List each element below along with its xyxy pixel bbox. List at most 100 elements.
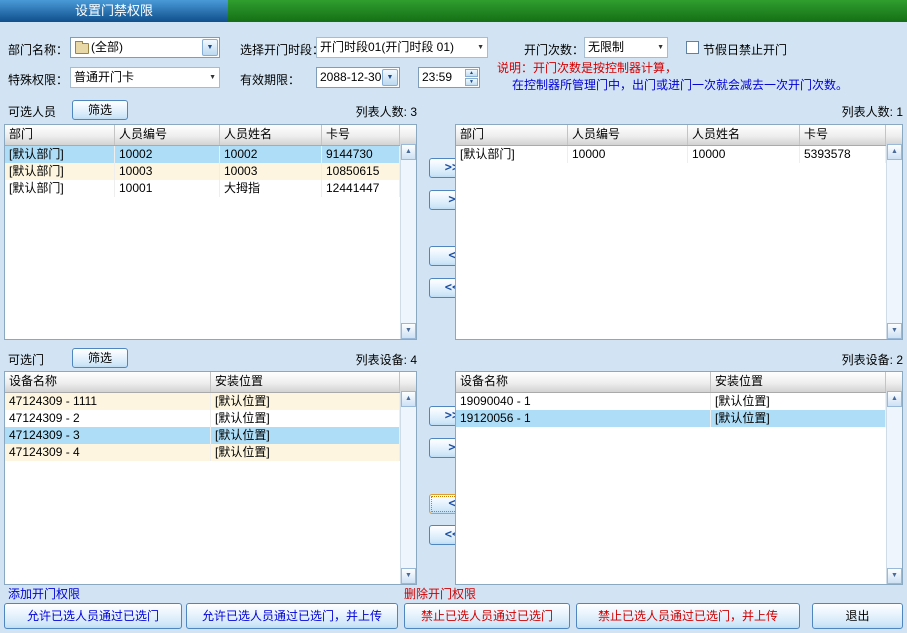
scroll-up-icon[interactable]: ▲ [401, 144, 416, 160]
table-row[interactable]: 19120056 - 1 [默认位置] [456, 410, 902, 427]
scroll-down-icon[interactable]: ▼ [887, 323, 902, 339]
cell-dept: [默认部门] [5, 163, 115, 180]
table-header: 设备名称 安装位置 [456, 372, 902, 393]
special-combobox[interactable]: 普通开门卡 ▼ [70, 67, 220, 88]
spin-up-icon[interactable]: ▲ [465, 69, 478, 77]
count-label: 开门次数： [524, 40, 584, 60]
table-row[interactable]: [默认部门] 10000 10000 5393578 [456, 146, 902, 163]
count-combobox-value: 无限制 [588, 38, 651, 57]
exit-button[interactable]: 退出 [812, 603, 903, 629]
date-dropdown-button[interactable]: ▼ [382, 69, 398, 86]
cell-id: 10003 [115, 163, 220, 180]
column-header-device[interactable]: 设备名称 [5, 372, 211, 392]
validity-time-spinner[interactable]: 23:59 ▲ ▼ [418, 67, 480, 88]
cell-id: 10001 [115, 180, 220, 197]
validity-time-value: 23:59 [422, 68, 464, 87]
column-header-location[interactable]: 安装位置 [711, 372, 886, 392]
table-row[interactable]: 19090040 - 1 [默认位置] [456, 393, 902, 410]
column-header-dept[interactable]: 部门 [5, 125, 115, 145]
validity-date-picker[interactable]: 2088-12-30 ▼ [316, 67, 400, 88]
table-row[interactable]: 47124309 - 4 [默认位置] [5, 444, 416, 461]
available-doors-table[interactable]: 设备名称 安装位置 47124309 - 1111 [默认位置] 4712430… [4, 371, 417, 585]
persons-right-count: 列表人数: 1 [791, 102, 903, 122]
selected-doors-table[interactable]: 设备名称 安装位置 19090040 - 1 [默认位置] 19120056 -… [455, 371, 903, 585]
note-line2: 在控制器所管理门中，出门或进门一次就会减去一次开门次数。 [512, 76, 848, 93]
column-header-card[interactable]: 卡号 [322, 125, 400, 145]
cell-location: [默认位置] [211, 444, 400, 461]
scroll-up-icon[interactable]: ▲ [401, 391, 416, 407]
folder-icon [75, 43, 89, 54]
validity-label: 有效期限： [240, 70, 300, 90]
table-row[interactable]: 47124309 - 2 [默认位置] [5, 410, 416, 427]
forbid-selected-upload-button[interactable]: 禁止已选人员通过已选门，并上传 [576, 603, 800, 629]
column-header-name[interactable]: 人员姓名 [688, 125, 800, 145]
period-combobox-value: 开门时段01(开门时段 01) [320, 38, 471, 57]
chevron-down-icon[interactable]: ▼ [209, 68, 216, 87]
chevron-down-icon[interactable]: ▼ [477, 38, 484, 57]
allow-selected-button[interactable]: 允许已选人员通过已选门 [4, 603, 182, 629]
cell-device: 47124309 - 1111 [5, 393, 211, 410]
scroll-down-icon[interactable]: ▼ [401, 568, 416, 584]
scroll-up-icon[interactable]: ▲ [887, 391, 902, 407]
scroll-down-icon[interactable]: ▼ [401, 323, 416, 339]
cell-location: [默认位置] [211, 410, 400, 427]
access-permission-dialog: 设置门禁权限 部门名称： (全部) ▼ 选择开门时段： 开门时段01(开门时段 … [0, 0, 907, 633]
holiday-checkbox[interactable] [686, 41, 699, 54]
table-row[interactable]: [默认部门] 10001 大拇指 12441447 [5, 180, 416, 197]
column-header-card[interactable]: 卡号 [800, 125, 886, 145]
table-row[interactable]: 47124309 - 1111 [默认位置] [5, 393, 416, 410]
selected-persons-table[interactable]: 部门 人员编号 人员姓名 卡号 [默认部门] 10000 10000 53935… [455, 124, 903, 340]
vertical-scrollbar[interactable]: ▲ ▼ [400, 144, 416, 339]
cell-dept: [默认部门] [5, 180, 115, 197]
vertical-scrollbar[interactable]: ▲ ▼ [400, 391, 416, 584]
column-header-id[interactable]: 人员编号 [568, 125, 688, 145]
doors-left-count: 列表设备: 4 [305, 350, 417, 370]
period-combobox[interactable]: 开门时段01(开门时段 01) ▼ [316, 37, 488, 58]
cell-device: 19120056 - 1 [456, 410, 711, 427]
column-header-name[interactable]: 人员姓名 [220, 125, 322, 145]
remove-permission-section-label: 删除开门权限 [404, 586, 476, 602]
dept-combobox-value: (全部) [91, 38, 201, 57]
allow-selected-upload-button[interactable]: 允许已选人员通过已选门，并上传 [186, 603, 398, 629]
special-combobox-value: 普通开门卡 [74, 68, 203, 87]
table-row[interactable]: [默认部门] 10002 10002 9144730 [5, 146, 416, 163]
persons-filter-button[interactable]: 筛选 [72, 100, 128, 120]
chevron-down-icon: ▼ [203, 40, 217, 56]
cell-name: 10002 [220, 146, 322, 163]
add-permission-section-label: 添加开门权限 [8, 586, 80, 602]
table-header: 部门 人员编号 人员姓名 卡号 [456, 125, 902, 146]
available-persons-title: 可选人员 [8, 102, 56, 122]
cell-card: 10850615 [322, 163, 400, 180]
spin-down-icon[interactable]: ▼ [465, 78, 478, 86]
dept-combobox[interactable]: (全部) ▼ [70, 37, 220, 58]
available-persons-table[interactable]: 部门 人员编号 人员姓名 卡号 [默认部门] 10002 10002 91447… [4, 124, 417, 340]
title-bar: 设置门禁权限 [0, 0, 907, 22]
cell-name: 10000 [688, 146, 800, 163]
holiday-checkbox-label: 节假日禁止开门 [703, 40, 787, 60]
table-row[interactable]: 47124309 - 3 [默认位置] [5, 427, 416, 444]
cell-location: [默认位置] [711, 410, 886, 427]
column-header-fill [886, 125, 902, 145]
cell-device: 47124309 - 2 [5, 410, 211, 427]
vertical-scrollbar[interactable]: ▲ ▼ [886, 144, 902, 339]
forbid-selected-button[interactable]: 禁止已选人员通过已选门 [404, 603, 570, 629]
doors-filter-button[interactable]: 筛选 [72, 348, 128, 368]
cell-device: 47124309 - 3 [5, 427, 211, 444]
scroll-down-icon[interactable]: ▼ [887, 568, 902, 584]
column-header-dept[interactable]: 部门 [456, 125, 568, 145]
chevron-down-icon: ▼ [383, 70, 397, 86]
table-row[interactable]: [默认部门] 10003 10003 10850615 [5, 163, 416, 180]
scroll-up-icon[interactable]: ▲ [887, 144, 902, 160]
count-combobox[interactable]: 无限制 ▼ [584, 37, 668, 58]
column-header-id[interactable]: 人员编号 [115, 125, 220, 145]
column-header-location[interactable]: 安装位置 [211, 372, 400, 392]
chevron-down-icon[interactable]: ▼ [657, 38, 664, 57]
dept-dropdown-button[interactable]: ▼ [202, 39, 218, 56]
cell-dept: [默认部门] [5, 146, 115, 163]
persons-left-count: 列表人数: 3 [305, 102, 417, 122]
column-header-fill [886, 372, 902, 392]
column-header-device[interactable]: 设备名称 [456, 372, 711, 392]
vertical-scrollbar[interactable]: ▲ ▼ [886, 391, 902, 584]
tab-set-door-permission[interactable]: 设置门禁权限 [0, 0, 228, 22]
cell-name: 10003 [220, 163, 322, 180]
